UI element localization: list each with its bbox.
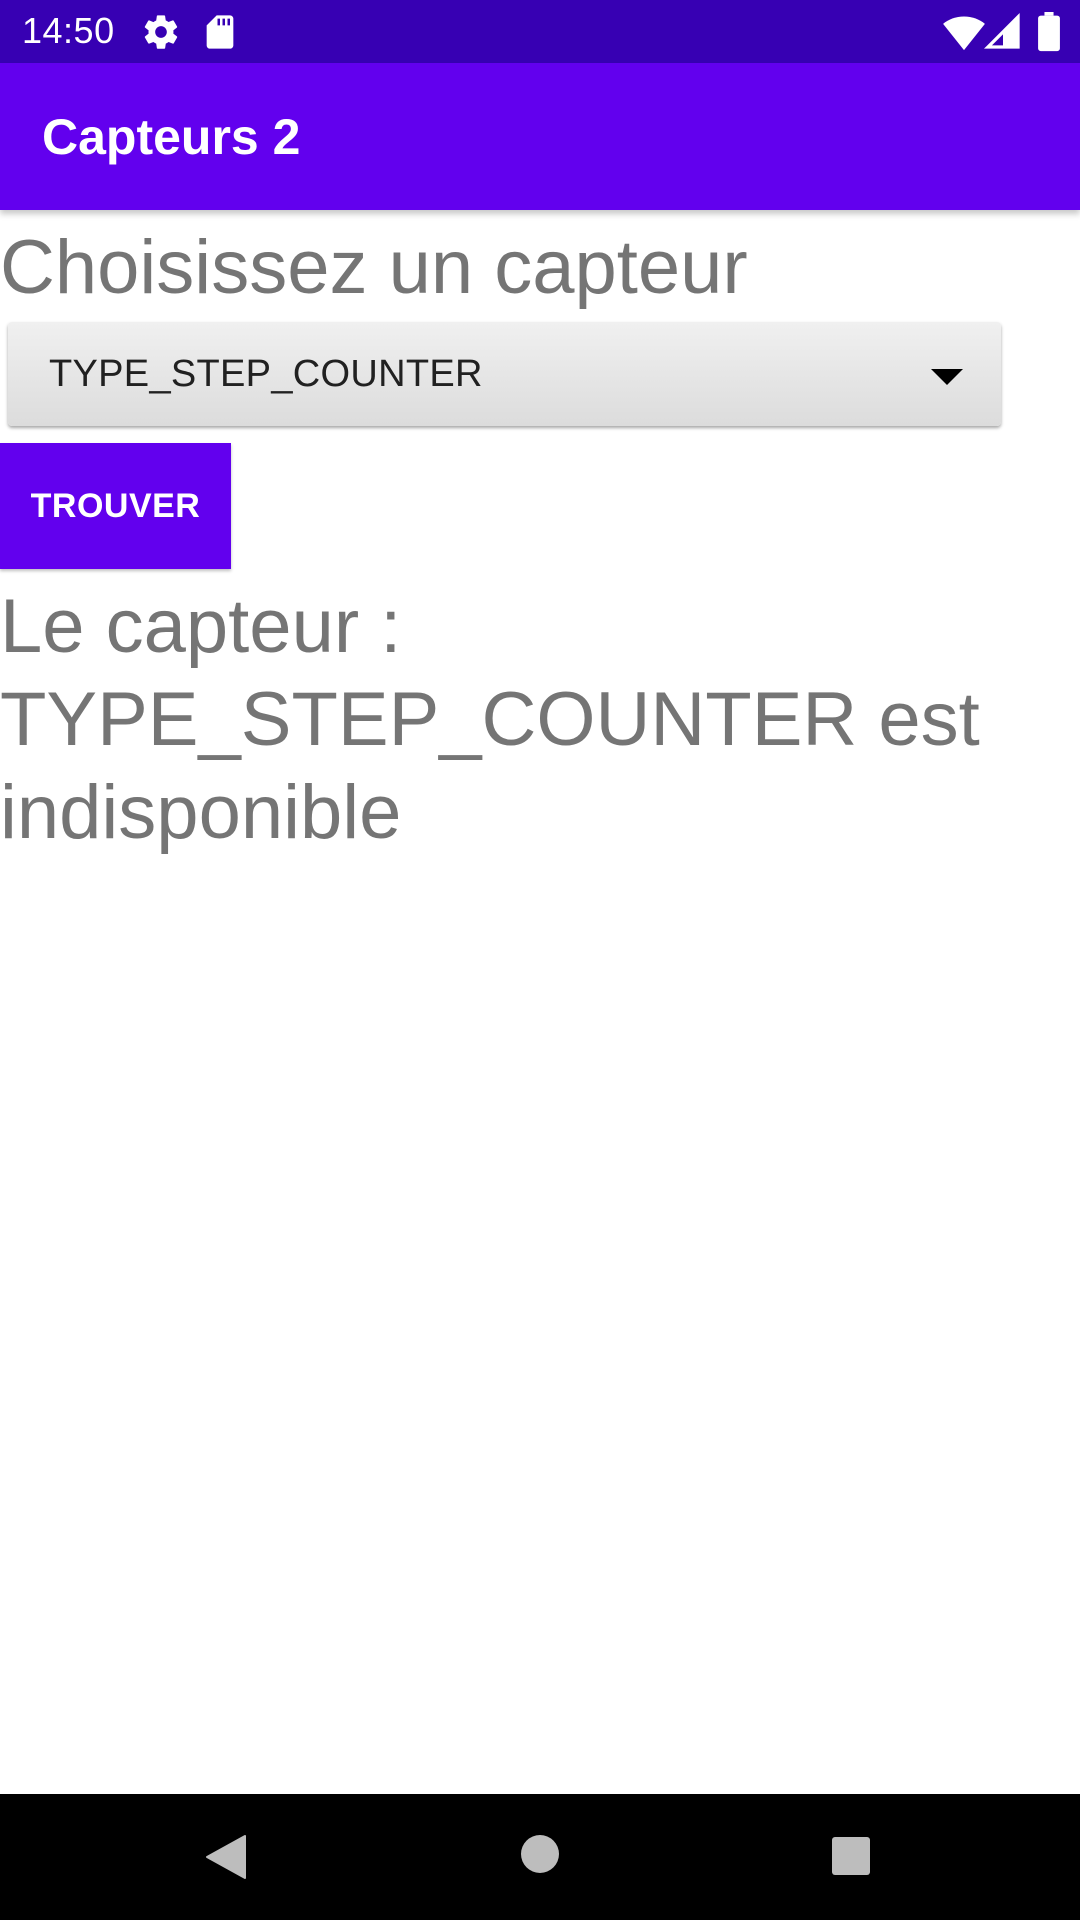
sensor-select[interactable]: TYPE_STEP_COUNTER: [8, 322, 1001, 426]
signal-icon: [983, 12, 1020, 49]
find-button[interactable]: TROUVER: [0, 443, 231, 569]
back-icon[interactable]: [204, 1834, 246, 1880]
prompt-label: Choisissez un capteur: [0, 225, 748, 310]
navigation-bar: [0, 1794, 1080, 1920]
sensor-select-value: TYPE_STEP_COUNTER: [49, 353, 483, 395]
app-bar: Capteurs 2: [0, 63, 1080, 210]
dropdown-arrow-icon: [931, 369, 963, 385]
result-text: Le capteur : TYPE_STEP_COUNTER est indis…: [0, 584, 980, 855]
battery-icon: [1038, 12, 1060, 52]
wifi-icon: [943, 16, 985, 51]
sd-card-icon: [206, 15, 234, 49]
screen: 14:50 Capteurs 2 Choisissez un capteur T…: [0, 0, 1080, 1920]
status-bar: 14:50: [0, 0, 1080, 63]
app-title: Capteurs 2: [42, 109, 301, 165]
recents-icon[interactable]: [831, 1836, 871, 1876]
settings-icon: [144, 15, 178, 49]
status-time: 14:50: [22, 10, 115, 51]
home-icon[interactable]: [520, 1834, 560, 1874]
